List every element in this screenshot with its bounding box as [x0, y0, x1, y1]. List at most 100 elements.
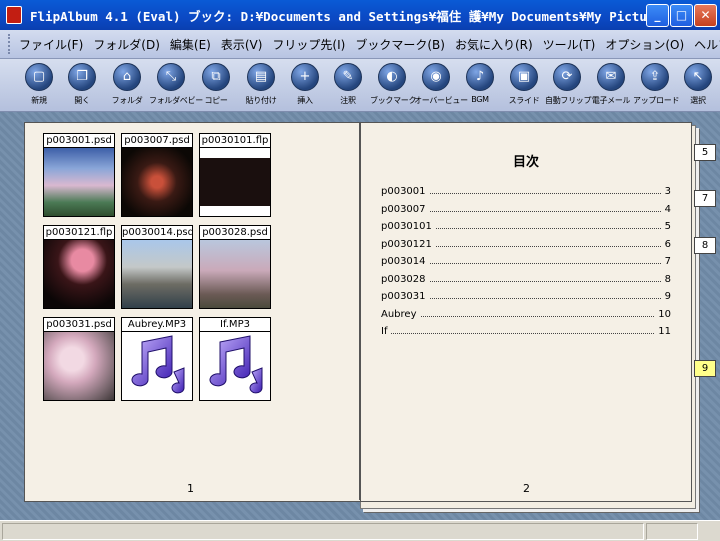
toc-entry-page: 6 [664, 238, 671, 250]
bookmark-tab-9[interactable]: 9 [694, 360, 716, 377]
upload-button[interactable]: ⇪ アップロード [633, 63, 680, 109]
thumbnail[interactable]: p0030101.flp [199, 133, 271, 217]
menu-item[interactable]: ブックマーク(B) [350, 36, 450, 53]
toc-entry-name: p003007 [381, 203, 426, 215]
auto-flip-icon: ⟳ [553, 63, 581, 91]
toolbar-label: 注釈 [340, 96, 356, 105]
thumbnail-label: p003001.psd [44, 134, 114, 148]
thumbnail[interactable]: p003001.psd [43, 133, 115, 217]
folder-button[interactable]: ⌂ フォルダ [105, 63, 149, 109]
overview-button[interactable]: ◉ オーバービュー [414, 63, 468, 109]
toc-entry-page: 7 [664, 256, 671, 267]
photo-thumbnail [44, 332, 114, 400]
status-pane-main [2, 523, 644, 540]
slideshow-button[interactable]: ▣ スライド [502, 63, 546, 109]
toc-leader [429, 280, 661, 282]
photo-thumbnail [122, 240, 192, 308]
paste-button[interactable]: ▤ 貼り付け [239, 63, 283, 109]
thumbnail-label: p0030014.psd [122, 227, 192, 240]
thumbnail[interactable]: Aubrey.MP3 [121, 317, 193, 401]
menu-bar: ファイル(F) フォルダ(D) 編集(E) 表示(V) フリップ先(I) ブックマーク(B… [0, 30, 720, 59]
toc-entry[interactable]: p003007 4 [381, 199, 671, 215]
book-spine [359, 122, 361, 500]
slideshow-icon: ▣ [510, 63, 538, 91]
thumbnail-label: If.MP3 [200, 318, 270, 332]
maximize-button[interactable]: □ [670, 4, 693, 27]
thumbnail[interactable]: p0030014.psd [121, 225, 193, 309]
email-icon: ✉ [597, 63, 625, 91]
photo-thumbnail [200, 148, 270, 216]
title-bar: FlipAlbum 4.1 (Eval) ブック: D:¥Documents a… [0, 0, 720, 30]
thumbnail[interactable]: p0030121.flp [43, 225, 115, 309]
thumbnail[interactable]: p003007.psd [121, 133, 193, 217]
toc-entry[interactable]: p003028 8 [381, 269, 671, 285]
menu-item[interactable]: 編集(E) [165, 36, 216, 53]
music-note-icon: ♪ [466, 63, 494, 91]
photo-thumbnail [122, 148, 192, 216]
toc-entry[interactable]: Aubrey 10 [381, 304, 671, 320]
left-page[interactable]: 1 p003001.psd p003007.psd p0030101.flp p003… [24, 122, 361, 502]
menu-item[interactable]: 表示(V) [216, 36, 268, 53]
annotate-button[interactable]: ✎ 注釈 [326, 63, 370, 109]
menu-item[interactable]: オプション(O) [600, 36, 689, 53]
menu-item[interactable]: フリップ先(I) [267, 36, 350, 53]
toolbar-label: 貼り付け [245, 96, 277, 105]
toc-entry-page: 5 [664, 221, 671, 232]
folder-icon: ⌂ [113, 63, 141, 91]
thumbnail[interactable]: p003031.psd [43, 317, 115, 401]
window-title: FlipAlbum 4.1 (Eval) ブック: D:¥Documents a… [30, 8, 660, 24]
toc-entry[interactable]: p003031 9 [381, 286, 671, 302]
thumbnail-label: p003031.psd [44, 318, 114, 332]
new-book-button[interactable]: ▢ 新規 [17, 63, 61, 109]
app-icon[interactable] [6, 6, 22, 24]
music-note-button[interactable]: ♪ BGM [458, 63, 502, 109]
toc-leader [435, 245, 661, 247]
page-number: 1 [187, 482, 194, 495]
thumbnail[interactable]: p003028.psd [199, 225, 271, 309]
bookmark-tab-7[interactable]: 7 [694, 190, 716, 207]
toc-entry[interactable]: If 11 [381, 321, 671, 337]
toc-entry-name: Aubrey [381, 308, 417, 320]
menu-item[interactable]: ファイル(F) [14, 36, 88, 53]
toc-entry-name: If [381, 326, 388, 337]
open-book-button[interactable]: ❐ 開く [60, 63, 104, 109]
bookmark-tab-8[interactable]: 8 [694, 237, 716, 254]
toc-entry[interactable]: p003014 7 [381, 251, 671, 267]
copy-button[interactable]: ⧉ コピー [194, 63, 238, 109]
new-book-icon: ▢ [25, 63, 53, 91]
menu-item[interactable]: お気に入り(R) [450, 36, 538, 53]
minimize-button[interactable]: _ [646, 4, 669, 27]
toolbar-label: アップロード [633, 96, 680, 105]
thumbnail-label: Aubrey.MP3 [122, 318, 192, 332]
bookmark-icon: ◐ [378, 63, 406, 91]
select-arrow-button[interactable]: ↖ 選択 [676, 63, 720, 109]
email-button[interactable]: ✉ 電子メール [589, 63, 633, 109]
page-number: 2 [523, 482, 530, 495]
paste-icon: ▤ [247, 63, 275, 91]
toolbar-label: 選択 [690, 96, 706, 105]
menu-item[interactable]: ツール(T) [538, 36, 601, 53]
menu-grip[interactable] [8, 34, 10, 54]
bookmark-tab-5[interactable]: 5 [694, 144, 716, 161]
toc-entry[interactable]: p0030121 6 [381, 234, 671, 250]
insert-button[interactable]: + 挿入 [283, 63, 327, 109]
toolbar-label: 電子メール [591, 96, 631, 105]
thumbnail[interactable]: If.MP3 [199, 317, 271, 401]
right-page[interactable]: 目次 2 p003001 3 p003007 4 p0030101 5 p0030121 6 p… [360, 122, 692, 502]
toolbar-label: フォルダ [111, 96, 143, 105]
auto-flip-button[interactable]: ⟳ 自動フリップ [545, 63, 592, 109]
bookmark-button[interactable]: ◐ ブックマーク [370, 63, 417, 109]
toolbar-label: 挿入 [297, 96, 313, 105]
menu-item[interactable]: フォルダ(D) [88, 36, 165, 53]
insert-icon: + [291, 63, 319, 91]
toc-entry[interactable]: p0030101 5 [381, 216, 671, 232]
menu-item[interactable]: ヘルプ(H) [689, 36, 720, 53]
toc-entry-name: p0030101 [381, 221, 432, 232]
toolbar-label: フォルダベビー [149, 96, 203, 105]
photo-thumbnail [44, 148, 114, 216]
thumbnail-label: p003007.psd [122, 134, 192, 148]
close-button[interactable]: ✕ [694, 4, 717, 27]
folder-view-button[interactable]: ⤡ フォルダベビー [149, 63, 203, 109]
photo-thumbnail [200, 240, 270, 308]
toc-entry[interactable]: p003001 3 [381, 181, 671, 197]
